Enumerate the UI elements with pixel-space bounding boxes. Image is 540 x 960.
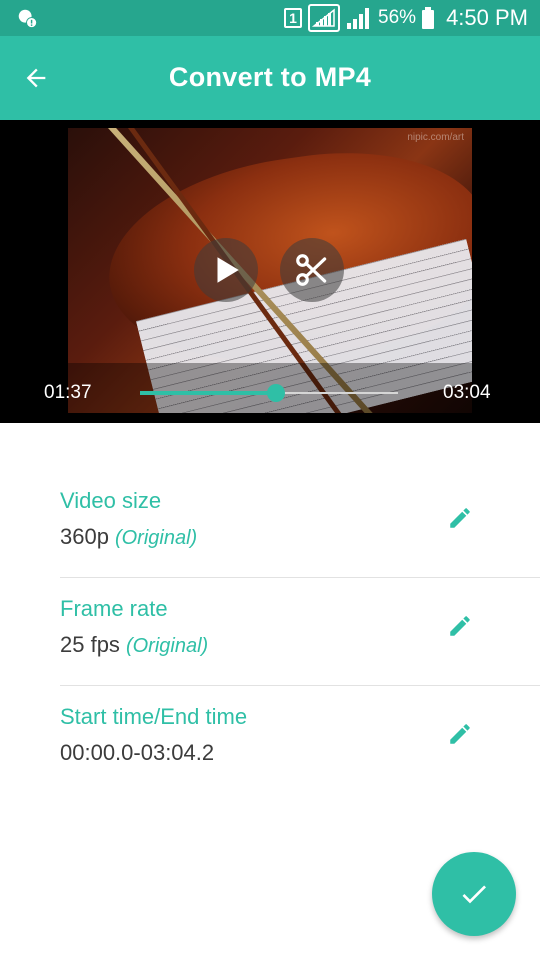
play-button[interactable]: [194, 238, 258, 302]
edit-video-size-button[interactable]: [442, 500, 478, 536]
total-time: 03:04: [443, 382, 491, 403]
status-time: 4:50 PM: [446, 5, 528, 30]
current-time: 01:37: [44, 382, 92, 403]
conversion-settings: Video size 360p (Original) Frame rate 25 …: [60, 470, 540, 793]
signal-strength-icon: [308, 4, 341, 32]
setting-label: Video size: [60, 488, 162, 513]
location-alert-icon: [18, 9, 38, 29]
pencil-icon: [450, 616, 470, 636]
setting-note: (Original): [114, 527, 198, 549]
pencil-icon: [450, 508, 470, 528]
setting-value: 360p (Original): [60, 524, 198, 549]
video-watermark: nipic.com/art: [407, 132, 464, 143]
pencil-icon: [450, 724, 470, 744]
page-title: Convert to MP4: [168, 62, 372, 92]
setting-label: Frame rate: [60, 596, 168, 621]
video-player: nipic.com/art 01:37 03:04: [0, 120, 540, 423]
signal-strength-icon-2: [347, 8, 370, 29]
setting-value: 25 fps (Original): [60, 632, 209, 657]
setting-value: 00:00.0-03:04.2: [60, 740, 215, 765]
sim-indicator: 1: [284, 8, 303, 28]
seek-progress: [140, 391, 276, 395]
trim-button[interactable]: [280, 238, 344, 302]
seek-thumb[interactable]: [266, 384, 285, 402]
setting-start-end-time[interactable]: Start time/End time 00:00.0-03:04.2: [60, 686, 540, 793]
setting-label: Start time/End time: [60, 704, 248, 729]
confirm-convert-button[interactable]: [432, 852, 516, 936]
setting-video-size[interactable]: Video size 360p (Original): [60, 470, 540, 578]
status-icons: 1 56% 4:50 PM: [284, 0, 528, 36]
seek-bar[interactable]: [140, 384, 398, 402]
play-icon: [217, 257, 239, 283]
battery-percent: 56%: [378, 7, 417, 28]
scissors-icon: [296, 254, 327, 286]
setting-frame-rate[interactable]: Frame rate 25 fps (Original): [60, 578, 540, 686]
setting-note: (Original): [125, 635, 209, 657]
check-icon: [462, 885, 486, 904]
battery-icon: [422, 7, 435, 29]
edit-frame-rate-button[interactable]: [442, 608, 478, 644]
edit-time-range-button[interactable]: [442, 716, 478, 752]
app-bar: Convert to MP4: [0, 36, 540, 120]
status-bar: 1 56% 4:50 PM: [0, 0, 540, 36]
